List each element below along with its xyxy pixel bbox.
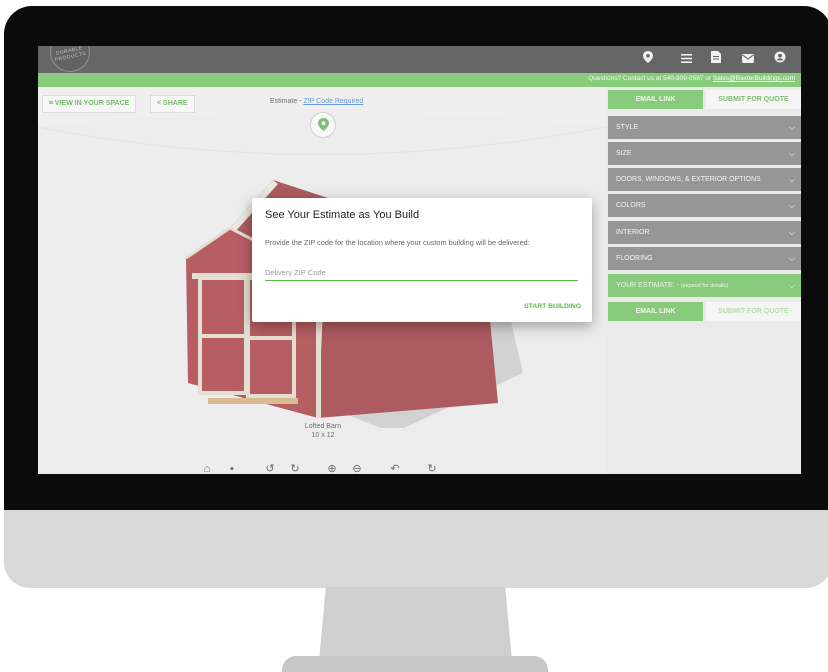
modal-title: See Your Estimate as You Build xyxy=(265,209,420,221)
screen: DURABLE PRODUCTS Questions? Contact us a… xyxy=(38,46,801,474)
delivery-zip-input[interactable] xyxy=(265,264,578,281)
monitor-stand-foot xyxy=(282,656,548,672)
modal-description: Provide the ZIP code for the location wh… xyxy=(265,238,530,247)
monitor-chin xyxy=(4,510,828,588)
start-building-button[interactable]: START BUILDING xyxy=(524,303,581,310)
zip-code-modal: See Your Estimate as You Build Provide t… xyxy=(252,198,592,322)
